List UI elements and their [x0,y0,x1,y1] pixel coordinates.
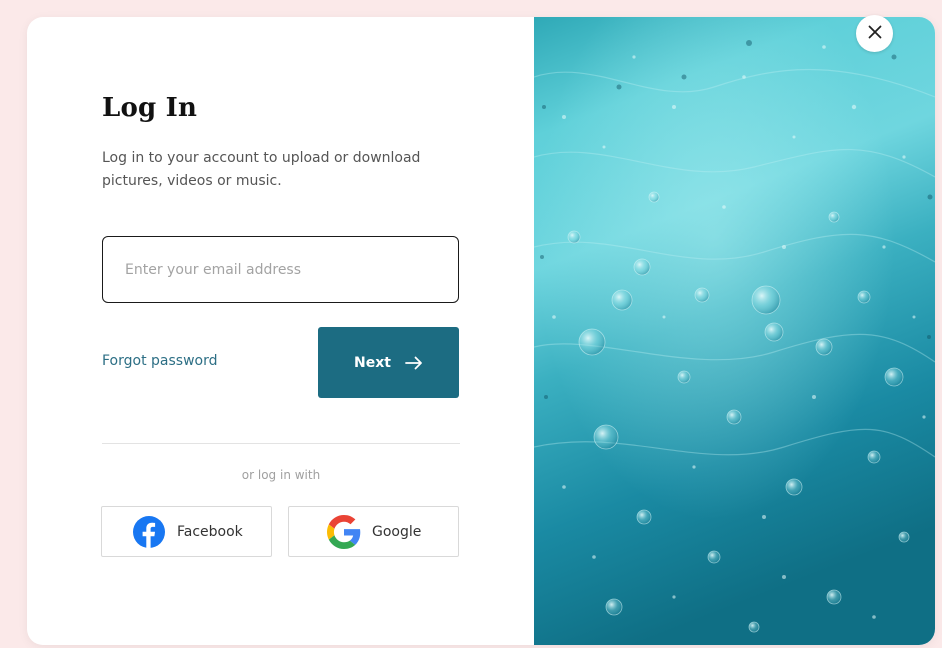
login-subtitle: Log in to your account to upload or down… [102,150,421,189]
close-icon [868,25,882,42]
page-title: Log In [102,93,198,123]
email-input[interactable] [102,236,459,303]
or-log-in-with-text: or log in with [241,468,321,482]
login-modal: Log In Log in to your account to upload … [27,17,935,645]
forgot-password-link[interactable]: Forgot password [102,353,218,369]
next-button[interactable]: Next [318,327,459,398]
google-login-label: Google [372,523,422,540]
login-form-panel: Log In Log in to your account to upload … [27,17,534,645]
google-icon [327,514,361,549]
divider [102,443,460,444]
facebook-login-label: Facebook [177,523,243,540]
facebook-login-button[interactable]: Facebook [101,506,272,557]
google-login-button[interactable]: Google [288,506,459,557]
arrow-right-icon [405,356,423,370]
water-image-panel [534,17,935,645]
close-button[interactable] [856,15,893,52]
facebook-icon [133,515,165,548]
next-button-label: Next [354,354,391,371]
water-bubbles-image [534,17,935,645]
